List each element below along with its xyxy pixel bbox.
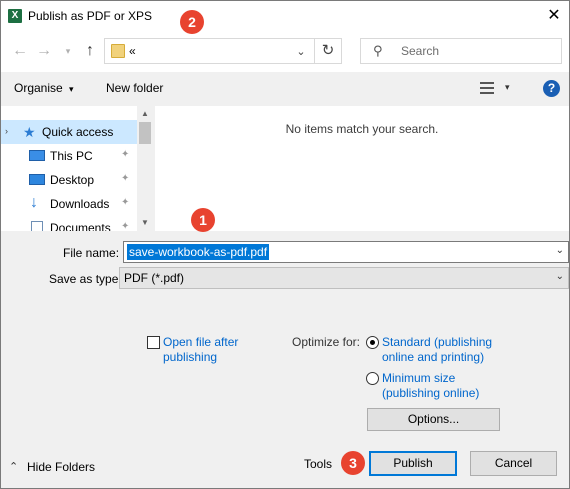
folder-icon <box>111 44 125 58</box>
new-folder-button[interactable]: New folder <box>106 81 163 95</box>
download-icon: ↓ <box>30 194 38 211</box>
view-options-icon[interactable] <box>480 81 494 95</box>
title-bar: X Publish as PDF or XPS ✕ <box>1 1 569 32</box>
scroll-down-icon[interactable]: ▼ <box>137 215 153 231</box>
sidebar-item-downloads[interactable]: ↓ Downloads ✦ <box>1 192 137 216</box>
address-path: « <box>129 44 136 58</box>
sidebar-item-label: This PC <box>50 149 93 163</box>
filename-value: save-workbook-as-pdf.pdf <box>127 244 270 260</box>
organise-label: Organise <box>14 81 63 95</box>
chevron-down-icon[interactable]: ⌄ <box>556 271 564 282</box>
minimum-line2: (publishing online) <box>382 386 480 400</box>
radio-selected-dot <box>370 340 375 345</box>
forward-button[interactable]: → <box>35 41 53 61</box>
toolbar: Organise ▾ New folder ▾ ? <box>1 72 569 106</box>
address-separator <box>314 39 315 63</box>
savetype-value: PDF (*.pdf) <box>124 271 185 285</box>
tools-button[interactable]: Tools <box>304 457 332 471</box>
filename-input[interactable]: save-workbook-as-pdf.pdf ⌄ <box>123 241 569 263</box>
desktop-icon <box>29 174 45 185</box>
pin-icon: ✦ <box>121 173 130 184</box>
navigation-bar: ← → ▾ ↑ « ⌄ ↻ ⚲ Search <box>1 32 569 72</box>
up-button[interactable]: ↑ <box>81 41 99 61</box>
scroll-thumb[interactable] <box>139 122 151 144</box>
computer-icon <box>29 150 45 161</box>
sidebar-item-label: Downloads <box>50 197 110 211</box>
publish-dialog: X Publish as PDF or XPS ✕ ← → ▾ ↑ « ⌄ ↻ … <box>0 0 570 489</box>
view-dropdown-button[interactable]: ▾ <box>505 82 510 93</box>
search-icon: ⚲ <box>373 43 383 58</box>
standard-radio[interactable] <box>366 336 379 349</box>
annotation-marker-1: 1 <box>191 208 215 232</box>
back-button[interactable]: ← <box>11 41 29 61</box>
nav-scrollbar[interactable]: ▲ ▼ <box>137 106 153 231</box>
file-list[interactable]: No items match your search. <box>155 106 569 231</box>
expand-icon[interactable]: › <box>5 126 8 136</box>
window-title: Publish as PDF or XPS <box>28 9 153 23</box>
cancel-button[interactable]: Cancel <box>470 451 557 476</box>
savetype-label: Save as type: <box>49 272 122 286</box>
sidebar-item-documents[interactable]: Documents ✦ <box>1 216 137 231</box>
minimum-size-label[interactable]: Minimum size (publishing online) <box>382 371 479 401</box>
refresh-button[interactable]: ↻ <box>318 42 338 60</box>
publish-button[interactable]: Publish <box>369 451 457 476</box>
savetype-select[interactable]: PDF (*.pdf) ⌄ <box>119 267 569 289</box>
optimize-label: Optimize for: <box>292 335 361 349</box>
chevron-down-icon: ▾ <box>69 84 74 94</box>
hide-folders-button[interactable]: Hide Folders <box>27 460 95 474</box>
excel-icon: X <box>8 9 22 23</box>
sidebar-item-desktop[interactable]: Desktop ✦ <box>1 168 137 192</box>
empty-message: No items match your search. <box>285 122 439 136</box>
search-placeholder: Search <box>401 44 440 58</box>
open-after-publishing-label[interactable]: Open file after publishing <box>163 335 238 365</box>
address-bar[interactable]: « ⌄ ↻ <box>104 38 342 64</box>
navigation-pane: › ★ Quick access This PC ✦ Desktop ✦ ↓ D… <box>1 106 153 231</box>
star-icon: ★ <box>23 124 36 140</box>
sidebar-item-this-pc[interactable]: This PC ✦ <box>1 144 137 168</box>
chevron-down-icon[interactable]: ⌄ <box>556 245 564 256</box>
minimum-line1: Minimum size <box>382 371 456 385</box>
documents-icon <box>31 221 43 231</box>
sidebar-item-label: Desktop <box>50 173 95 187</box>
pin-icon: ✦ <box>121 221 130 231</box>
chevron-up-icon[interactable]: ⌃ <box>9 460 18 473</box>
help-icon[interactable]: ? <box>543 80 560 97</box>
organise-button[interactable]: Organise ▾ <box>14 81 74 95</box>
sidebar-item-quick-access[interactable]: › ★ Quick access <box>1 120 137 144</box>
address-dropdown-button[interactable]: ⌄ <box>291 43 311 61</box>
scroll-up-icon[interactable]: ▲ <box>137 106 153 122</box>
filename-label: File name: <box>63 246 120 260</box>
recent-locations-button[interactable]: ▾ <box>59 41 77 61</box>
pin-icon: ✦ <box>121 197 130 208</box>
standard-line1: Standard (publishing <box>382 335 493 349</box>
options-button[interactable]: Options... <box>367 408 500 431</box>
open-after-publishing-checkbox[interactable] <box>147 336 160 349</box>
sidebar-item-label: Documents <box>50 221 111 231</box>
open-after-line1: Open file after <box>163 335 239 349</box>
annotation-marker-2: 2 <box>180 10 204 34</box>
minimum-size-radio[interactable] <box>366 372 379 385</box>
pin-icon: ✦ <box>121 149 130 160</box>
standard-label[interactable]: Standard (publishing online and printing… <box>382 335 492 365</box>
search-input[interactable]: ⚲ Search <box>360 38 562 64</box>
standard-line2: online and printing) <box>382 350 485 364</box>
open-after-line2: publishing <box>163 350 218 364</box>
sidebar-item-label: Quick access <box>42 125 114 139</box>
annotation-marker-3: 3 <box>341 451 365 475</box>
close-button[interactable]: ✕ <box>542 5 566 27</box>
